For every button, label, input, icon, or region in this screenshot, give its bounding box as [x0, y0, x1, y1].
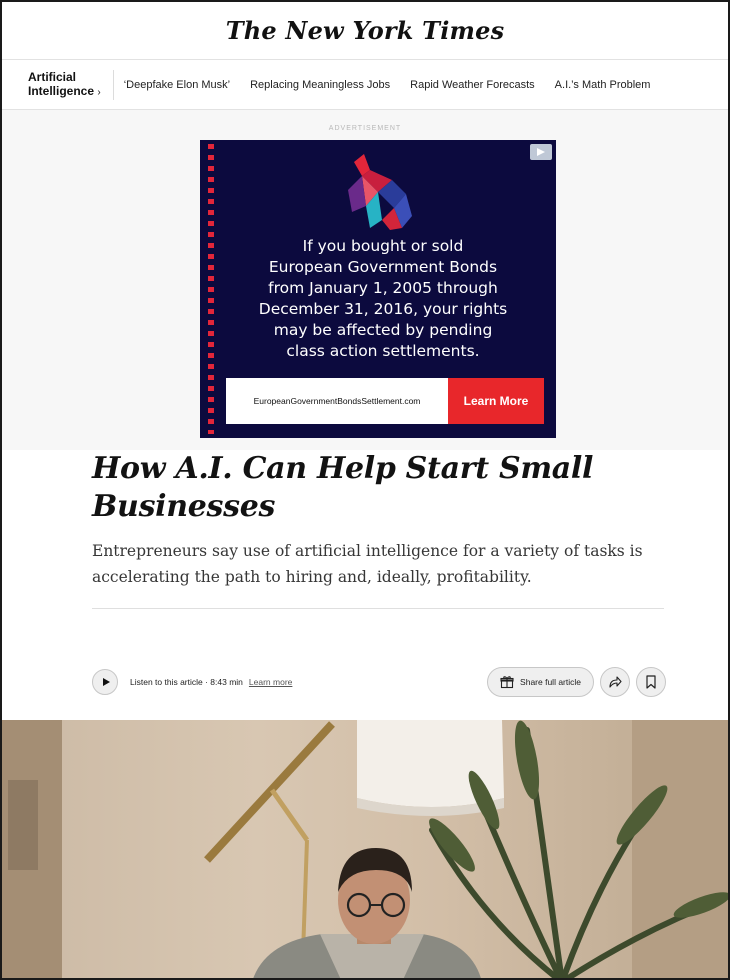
- topic-subnav: Artificial Intelligence › ‘Deepfake Elon…: [2, 60, 728, 110]
- ad-cta-bar[interactable]: EuropeanGovernmentBondsSettlement.com Le…: [226, 378, 544, 424]
- article-summary: Entrepreneurs say use of artificial inte…: [92, 542, 643, 586]
- article-toolbar: Listen to this article · 8:43 min Learn …: [92, 665, 666, 699]
- subnav-item-deepfake-elon-musk[interactable]: ‘Deepfake Elon Musk’: [114, 79, 240, 91]
- bookmark-icon: [646, 675, 656, 689]
- section-label-line2: Intelligence ›: [28, 83, 101, 98]
- nyt-logo[interactable]: The New York Times: [226, 16, 505, 45]
- adchoices-icon[interactable]: [530, 144, 552, 160]
- browser-frame: The New York Times Artificial Intelligen…: [0, 0, 730, 980]
- ad-dotted-border: [208, 144, 214, 434]
- subnav-item-math-problem[interactable]: A.I.’s Math Problem: [545, 79, 661, 91]
- section-label-line1: Artificial: [28, 69, 77, 84]
- ad-url[interactable]: EuropeanGovernmentBondsSettlement.com: [226, 378, 448, 424]
- masthead: The New York Times: [2, 2, 728, 60]
- header-divider: [92, 608, 664, 609]
- ad-copy: If you bought or sold European Governmen…: [258, 237, 508, 360]
- share-full-article-button[interactable]: Share full article: [487, 667, 594, 697]
- save-article-button[interactable]: [636, 667, 666, 697]
- gift-icon: [500, 676, 514, 689]
- bull-logo-icon: [348, 154, 412, 230]
- share-arrow-icon: [609, 676, 622, 688]
- lead-photo-illustration: [2, 720, 728, 978]
- share-button[interactable]: [600, 667, 630, 697]
- learn-more-link[interactable]: Learn more: [249, 677, 292, 687]
- share-label: Share full article: [520, 677, 581, 687]
- chevron-right-icon: ›: [97, 86, 101, 98]
- advertisement-banner[interactable]: If you bought or sold European Governmen…: [200, 140, 556, 438]
- article-header: How A.I. Can Help Start Small Businesses…: [92, 450, 672, 609]
- article-headline: How A.I. Can Help Start Small Businesses: [92, 451, 594, 524]
- section-link-artificial-intelligence[interactable]: Artificial Intelligence ›: [2, 69, 114, 100]
- ad-zone: ADVERTISEMENT If you bought or sold Euro…: [2, 110, 728, 450]
- subnav-item-replacing-jobs[interactable]: Replacing Meaningless Jobs: [240, 79, 400, 91]
- listen-label: Listen to this article · 8:43 min: [130, 677, 243, 687]
- ad-learn-more-button[interactable]: Learn More: [448, 378, 544, 424]
- ad-label: ADVERTISEMENT: [328, 125, 402, 132]
- subnav-item-weather-forecasts[interactable]: Rapid Weather Forecasts: [400, 79, 545, 91]
- lead-photo: [2, 720, 728, 978]
- play-icon[interactable]: [92, 669, 118, 695]
